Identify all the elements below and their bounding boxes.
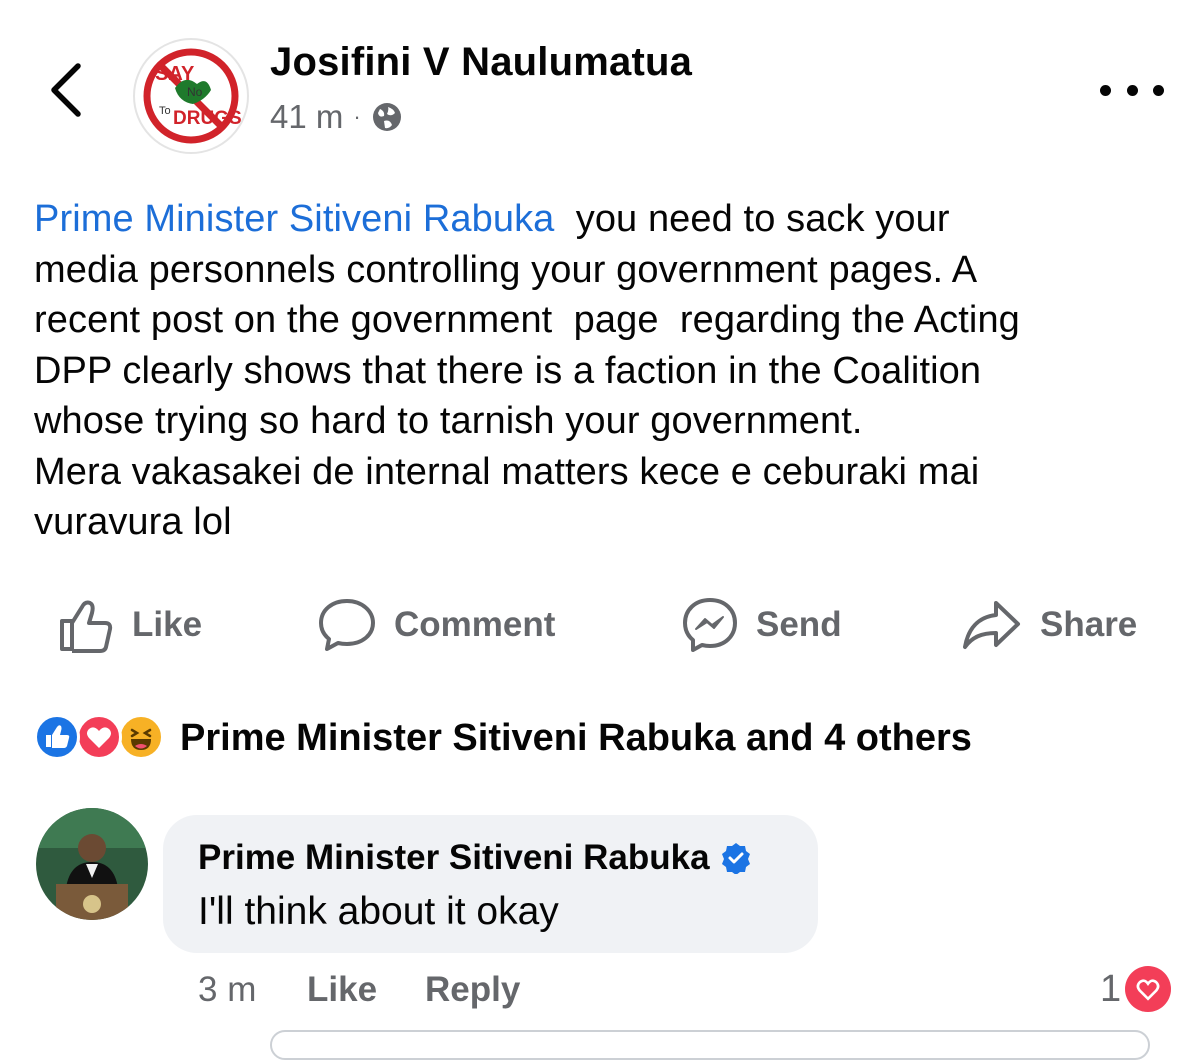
- svg-text:No: No: [187, 85, 203, 99]
- share-button[interactable]: Share: [962, 593, 1137, 657]
- comment-text: I'll think about it okay: [198, 890, 559, 933]
- reaction-icons: [34, 712, 174, 764]
- author-avatar[interactable]: SAY No To DRUGS: [133, 38, 249, 154]
- mention-link[interactable]: Prime Minister Sitiveni Rabuka: [34, 198, 554, 240]
- globe-icon: [372, 103, 401, 131]
- comment-label: Comment: [394, 605, 556, 644]
- svg-text:DRUGS: DRUGS: [173, 108, 242, 129]
- comment-reactions[interactable]: 1: [1100, 966, 1172, 1012]
- post-time[interactable]: 41 m: [270, 98, 343, 136]
- like-label: Like: [132, 605, 203, 644]
- more-options-button[interactable]: [1100, 78, 1164, 102]
- send-label: Send: [756, 605, 842, 644]
- like-button[interactable]: Like: [58, 593, 202, 657]
- chevron-left-icon: [51, 63, 81, 117]
- send-button[interactable]: Send: [682, 593, 842, 657]
- reaction-summary[interactable]: Prime Minister Sitiveni Rabuka and 4 oth…: [34, 712, 972, 764]
- svg-text:To: To: [159, 105, 171, 117]
- like-reaction-icon: [34, 714, 80, 760]
- author-name[interactable]: Josifini V Naulumatua: [270, 40, 692, 85]
- post-body-text: you need to sack your media personnels c…: [34, 198, 1020, 543]
- haha-reaction-icon: [118, 714, 164, 760]
- svg-text:SAY: SAY: [155, 63, 195, 85]
- comment-like-button[interactable]: Like: [307, 970, 377, 1010]
- comment-reaction-count: 1: [1100, 967, 1122, 1010]
- more-horizontal-icon: [1100, 84, 1111, 96]
- messenger-icon: [683, 598, 737, 652]
- next-item-edge: [270, 1030, 1150, 1060]
- comment-icon: [319, 599, 375, 651]
- more-dot: [1153, 84, 1164, 96]
- comment-reply-button[interactable]: Reply: [425, 970, 520, 1010]
- comment-button[interactable]: Comment: [318, 593, 555, 657]
- love-reaction-icon: [1125, 966, 1172, 1012]
- share-arrow-icon: [963, 601, 1020, 649]
- commenter-avatar[interactable]: [36, 808, 148, 920]
- post-body: Prime Minister Sitiveni Rabuka you need …: [34, 194, 1174, 548]
- comment-author-name: Prime Minister Sitiveni Rabuka: [198, 838, 710, 877]
- verified-badge-icon: [721, 843, 750, 874]
- love-reaction-icon: [76, 714, 122, 760]
- more-dot: [1126, 84, 1138, 96]
- back-button[interactable]: [40, 58, 96, 122]
- meta-separator: ·: [353, 104, 361, 129]
- reaction-summary-text: Prime Minister Sitiveni Rabuka and 4 oth…: [180, 716, 972, 759]
- comment-author[interactable]: Prime Minister Sitiveni Rabuka: [198, 838, 752, 878]
- commenter-photo: [36, 808, 148, 920]
- say-no-to-drugs-logo: SAY No To DRUGS: [143, 48, 242, 144]
- thumbs-up-icon: [60, 600, 113, 653]
- comment-time: 3 m: [198, 970, 257, 1009]
- share-label: Share: [1040, 605, 1138, 644]
- post-meta: 41 m ·: [270, 98, 403, 136]
